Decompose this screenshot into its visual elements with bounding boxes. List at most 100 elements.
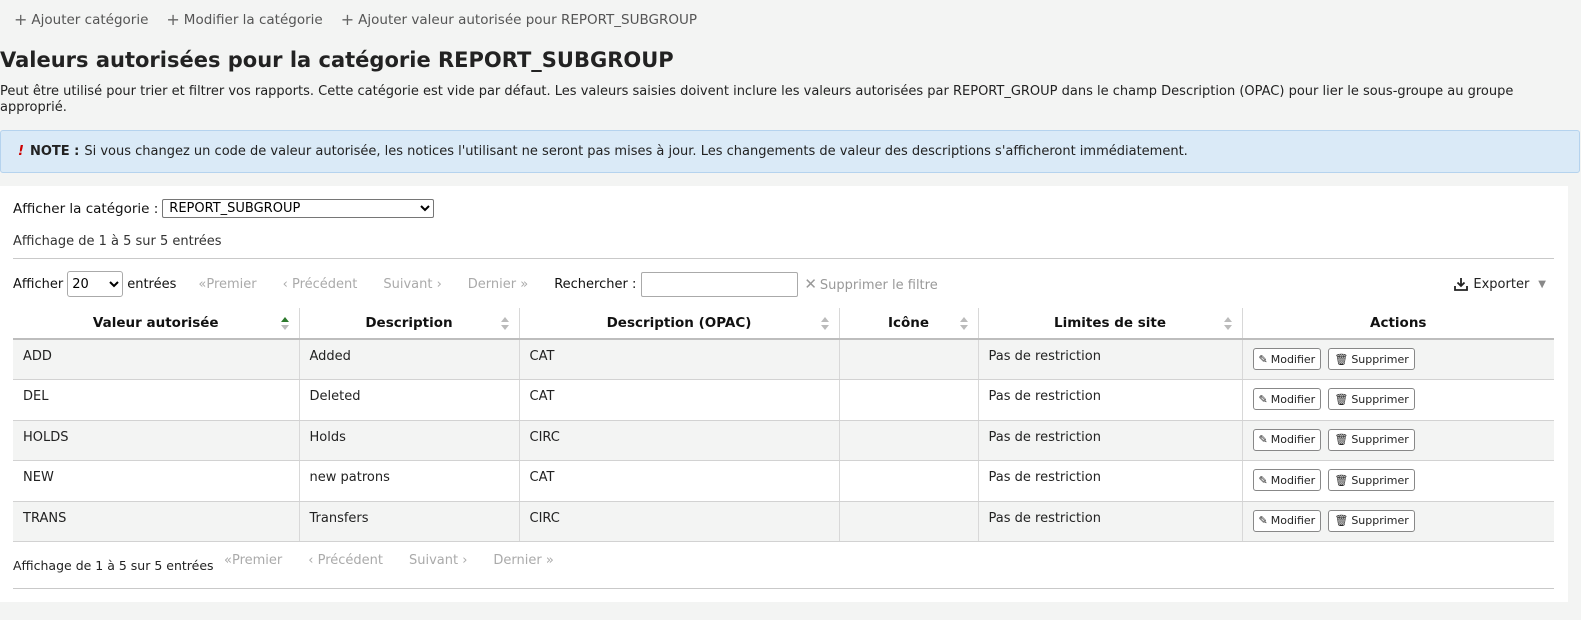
cell-description: Holds — [298, 420, 519, 462]
delete-button[interactable]: 🗑 Supprimer — [1328, 509, 1415, 532]
clear-filter-button[interactable]: ✕ Supprimer le filtre — [804, 275, 937, 293]
edit-button[interactable]: ✎ Modifier — [1252, 348, 1322, 370]
chevron-down-icon: ▼ — [1538, 278, 1546, 290]
delete-button[interactable]: 🗑 Supprimer — [1328, 428, 1415, 451]
delete-button[interactable]: 🗑 Supprimer — [1328, 348, 1415, 370]
plus-icon: + — [14, 10, 28, 29]
trash-icon: 🗑 — [1334, 473, 1349, 487]
pager-last[interactable]: Dernier » — [493, 553, 553, 568]
pager-last[interactable]: Dernier » — [468, 277, 528, 292]
table-row: DEL Deleted CAT Pas de restriction ✎ Modi… — [13, 379, 1554, 421]
pencil-icon: ✎ — [1258, 473, 1268, 487]
cell-value: TRANS — [13, 501, 299, 543]
clear-filter-label: Supprimer le filtre — [819, 278, 938, 293]
add-category-button[interactable]: + Ajouter catégorie — [14, 10, 148, 29]
cell-icon — [838, 501, 978, 543]
table-controls: Afficher 20 entrées «Premier ‹ Précédent… — [13, 270, 1554, 298]
search-label: Rechercher : — [554, 276, 637, 292]
category-description: Peut être utilisé pour trier et filtrer … — [0, 84, 1514, 115]
note-label: NOTE : — [29, 144, 80, 159]
cell-actions: ✎ Modifier 🗑 Supprimer — [1241, 379, 1554, 421]
column-header-opac-description[interactable]: Description (OPAC) — [518, 308, 839, 340]
cell-actions: ✎ Modifier 🗑 Supprimer — [1241, 460, 1554, 502]
length-label-after: entrées — [127, 276, 177, 292]
trash-icon: 🗑 — [1334, 352, 1349, 366]
table-row: HOLDS Holds CIRC Pas de restriction ✎ Mod… — [13, 420, 1554, 462]
category-filter-label: Afficher la catégorie : — [13, 200, 159, 217]
column-header-library-limits[interactable]: Limites de site — [977, 308, 1242, 340]
divider — [13, 588, 1554, 589]
plus-icon: + — [166, 10, 180, 29]
delete-button[interactable]: 🗑 Supprimer — [1328, 469, 1415, 492]
category-select[interactable]: REPORT_SUBGROUP — [162, 199, 435, 218]
page-title: Valeurs autorisées pour la catégorie REP… — [0, 48, 674, 72]
cell-library-limits: Pas de restriction — [977, 379, 1242, 421]
trash-icon: 🗑 — [1334, 514, 1349, 528]
pencil-icon: ✎ — [1258, 433, 1268, 447]
pager-previous[interactable]: ‹ Précédent — [308, 553, 383, 568]
edit-button[interactable]: ✎ Modifier — [1252, 388, 1322, 411]
exclamation-icon: ! — [18, 144, 24, 159]
close-icon: ✕ — [804, 275, 817, 293]
cell-description: Transfers — [298, 501, 519, 543]
trash-icon: 🗑 — [1334, 433, 1349, 447]
edit-button[interactable]: ✎ Modifier — [1252, 509, 1322, 532]
sort-icon — [500, 317, 509, 330]
cell-opac-description: CAT — [518, 379, 839, 421]
edit-category-button[interactable]: + Modifier la catégorie — [166, 10, 322, 29]
cell-actions: ✎ Modifier 🗑 Supprimer — [1241, 339, 1554, 381]
note-alert: ! NOTE : Si vous changez un code de vale… — [0, 130, 1580, 173]
cell-library-limits: Pas de restriction — [977, 339, 1242, 381]
cell-icon — [838, 339, 978, 381]
cell-description: Deleted — [298, 379, 519, 421]
pencil-icon: ✎ — [1258, 514, 1268, 528]
pager-first[interactable]: «Premier — [224, 553, 282, 568]
edit-category-label: Modifier la catégorie — [183, 11, 323, 28]
sort-icon — [1223, 317, 1232, 330]
cell-actions: ✎ Modifier 🗑 Supprimer — [1241, 420, 1554, 462]
sort-asc-icon — [280, 317, 289, 330]
pencil-icon: ✎ — [1258, 392, 1268, 406]
cell-opac-description: CIRC — [518, 420, 839, 462]
pager-next[interactable]: Suivant › — [383, 277, 441, 292]
edit-button[interactable]: ✎ Modifier — [1252, 428, 1322, 451]
export-label: Exporter — [1473, 276, 1530, 292]
cell-opac-description: CAT — [518, 460, 839, 502]
pager-first[interactable]: «Premier — [198, 277, 256, 292]
pager-next[interactable]: Suivant › — [409, 553, 467, 568]
cell-actions: ✎ Modifier 🗑 Supprimer — [1241, 501, 1554, 543]
search-input[interactable] — [641, 271, 799, 297]
cell-value: NEW — [13, 460, 299, 502]
table-header-row: Valeur autorisée Description Description… — [13, 308, 1554, 340]
sort-icon — [959, 317, 968, 330]
cell-opac-description: CAT — [518, 339, 839, 381]
add-value-button[interactable]: + Ajouter valeur autorisée pour REPORT_S… — [341, 10, 697, 29]
table-info-bottom: Affichage de 1 à 5 sur 5 entrées — [13, 558, 214, 573]
edit-button[interactable]: ✎ Modifier — [1252, 469, 1322, 492]
length-label-before: Afficher — [13, 276, 64, 292]
pencil-icon: ✎ — [1258, 352, 1268, 366]
cell-library-limits: Pas de restriction — [977, 420, 1242, 462]
add-value-label: Ajouter valeur autorisée pour REPORT_SUB… — [358, 11, 697, 28]
category-filter: Afficher la catégorie : REPORT_SUBGROUP — [13, 199, 435, 218]
pager-bottom: «Premier ‹ Précédent Suivant › Dernier » — [224, 553, 580, 568]
export-button[interactable]: Exporter ▼ — [1454, 277, 1546, 292]
pager-previous[interactable]: ‹ Précédent — [283, 277, 358, 292]
table-info-top: Affichage de 1 à 5 sur 5 entrées — [13, 234, 222, 249]
sort-icon — [820, 317, 829, 330]
column-header-actions: Actions — [1241, 308, 1554, 340]
cell-library-limits: Pas de restriction — [977, 501, 1242, 543]
table-row: TRANS Transfers CIRC Pas de restriction … — [13, 501, 1554, 543]
cell-description: Added — [298, 339, 519, 381]
pager-top: «Premier ‹ Précédent Suivant › Dernier » — [198, 277, 554, 292]
add-category-label: Ajouter catégorie — [31, 11, 149, 28]
download-icon — [1454, 278, 1469, 291]
cell-icon — [838, 460, 978, 502]
page-length-select[interactable]: 20 — [67, 271, 124, 297]
column-header-icon[interactable]: Icône — [838, 308, 978, 340]
column-header-description[interactable]: Description — [298, 308, 519, 340]
values-panel: Afficher la catégorie : REPORT_SUBGROUP … — [0, 186, 1568, 602]
column-header-value[interactable]: Valeur autorisée — [13, 308, 299, 340]
delete-button[interactable]: 🗑 Supprimer — [1328, 388, 1415, 411]
cell-description: new patrons — [298, 460, 519, 502]
